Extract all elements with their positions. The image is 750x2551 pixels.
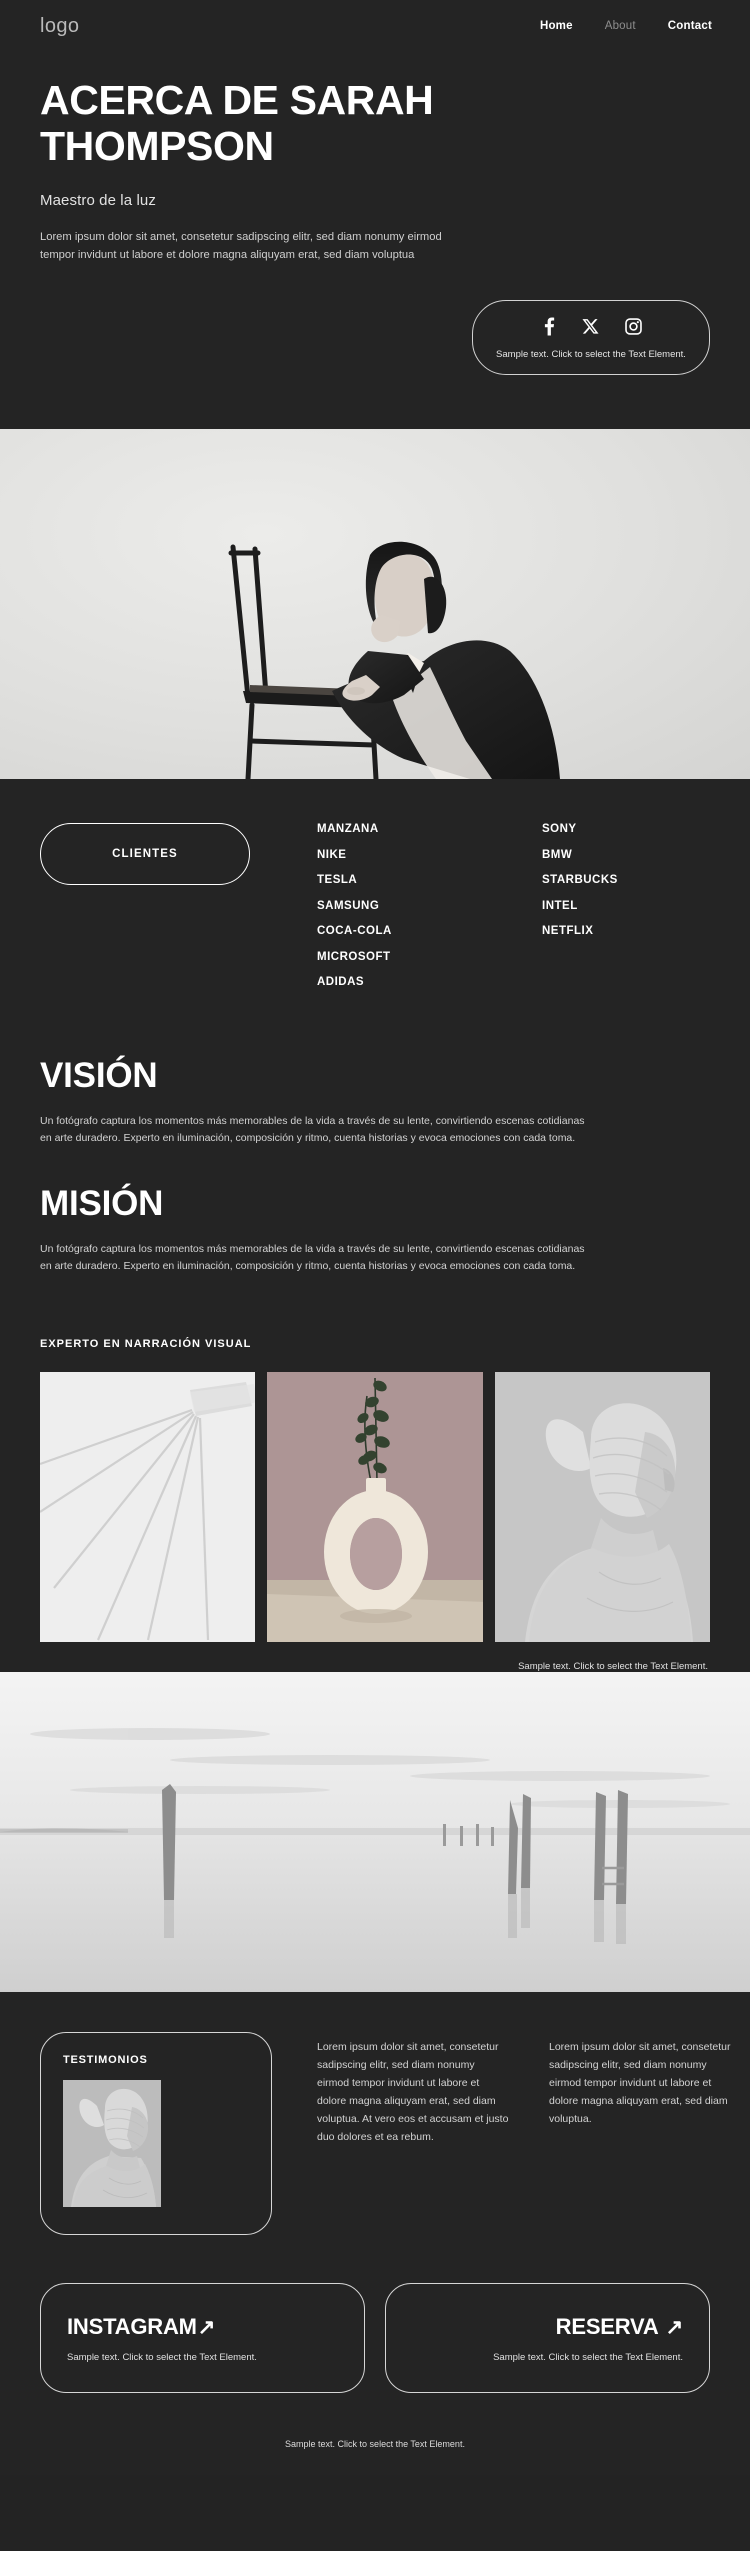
site-header: logo Home About Contact (0, 0, 750, 52)
list-item: SAMSUNG (317, 899, 380, 912)
clients-columns: MANZANA NIKE TESLA SAMSUNG COCA-COLA MIC… (317, 823, 750, 1002)
gallery-image-architecture[interactable] (40, 1372, 256, 1643)
testimonials-photo (63, 2080, 161, 2208)
clients-button[interactable]: CLIENTES (40, 823, 250, 886)
gallery-grid (40, 1372, 710, 1643)
list-item: SONY (542, 823, 577, 836)
testimonials-card: TESTIMONIOS (40, 2032, 272, 2236)
list-item: BMW (542, 848, 573, 861)
list-item: TESLA (317, 874, 358, 887)
social-links-card: Sample text. Click to select the Text El… (472, 300, 710, 376)
mission-body: Un fotógrafo captura los momentos más me… (40, 1242, 585, 1273)
list-item: MANZANA (317, 823, 379, 836)
clients-column-two: SONY BMW STARBUCKS INTEL NETFLIX (542, 823, 750, 1002)
mission-heading: MISIÓN (40, 1183, 164, 1223)
clients-column-one: MANZANA NIKE TESLA SAMSUNG COCA-COLA MIC… (317, 823, 542, 1002)
gallery-caption: Sample text. Click to select the Text El… (518, 1661, 708, 1673)
list-item: STARBUCKS (542, 874, 618, 887)
logo[interactable]: logo (40, 15, 79, 38)
nav-item-home[interactable]: Home (540, 20, 573, 32)
hero-lead-paragraph: Lorem ipsum dolor sit amet, consetetur s… (40, 230, 442, 261)
nav-item-about[interactable]: About (605, 20, 636, 32)
nav-item-contact[interactable]: Contact (668, 20, 712, 32)
reserva-cta-note: Sample text. Click to select the Text El… (493, 2352, 683, 2364)
page-root: logo Home About Contact ACERCA DE SARAH … (0, 0, 750, 2476)
instagram-icon[interactable] (624, 318, 642, 335)
hero-subtitle: Maestro de la luz (40, 191, 156, 209)
site-footer: Sample text. Click to select the Text El… (0, 2393, 750, 2476)
cta-row: INSTAGRAM ↗ Sample text. Click to select… (0, 2235, 750, 2394)
hero-photo (0, 429, 750, 780)
facebook-icon[interactable] (541, 317, 556, 336)
gallery-heading: EXPERTO EN NARRACIÓN VISUAL (40, 1338, 252, 1351)
vision-mission-section: VISIÓN Un fotógrafo captura los momentos… (0, 1041, 750, 1277)
reserva-cta-label: RESERVA (555, 2314, 659, 2340)
arrow-up-right-icon: ↗ (197, 2315, 216, 2339)
vision-heading: VISIÓN (40, 1055, 158, 1095)
landscape-photo (0, 1672, 750, 1993)
list-item: MICROSOFT (317, 950, 391, 963)
testimonials-quotes: Lorem ipsum dolor sit amet, consetetur s… (317, 2032, 741, 2235)
reserva-cta-card[interactable]: RESERVA ↗ Sample text. Click to select t… (385, 2283, 710, 2394)
testimonials-title: TESTIMONIOS (63, 2054, 148, 2067)
clients-section: CLIENTES MANZANA NIKE TESLA SAMSUNG COCA… (0, 779, 750, 1042)
main-navigation: Home About Contact (540, 20, 712, 32)
instagram-cta-title: INSTAGRAM ↗ (67, 2314, 338, 2340)
list-item: ADIDAS (317, 976, 365, 989)
footer-note: Sample text. Click to select the Text El… (285, 2439, 465, 2450)
gallery-image-portrait[interactable] (494, 1372, 710, 1643)
instagram-cta-card[interactable]: INSTAGRAM ↗ Sample text. Click to select… (40, 2283, 365, 2394)
social-card-note: Sample text. Click to select the Text El… (496, 349, 686, 361)
hero-section: ACERCA DE SARAH THOMPSON Maestro de la l… (0, 52, 750, 430)
instagram-cta-note: Sample text. Click to select the Text El… (67, 2352, 257, 2364)
list-item: COCA-COLA (317, 925, 392, 938)
page-title: ACERCA DE SARAH THOMPSON (40, 77, 434, 169)
social-icon-row (483, 317, 699, 336)
list-item: INTEL (542, 899, 578, 912)
list-item: NETFLIX (542, 925, 594, 938)
list-item: NIKE (317, 848, 347, 861)
vision-body: Un fotógrafo captura los momentos más me… (40, 1114, 585, 1145)
arrow-up-right-icon: ↗ (665, 2315, 684, 2339)
instagram-cta-label: INSTAGRAM (67, 2314, 197, 2340)
testimonial-quote: Lorem ipsum dolor sit amet, consetetur s… (549, 2041, 731, 2126)
gallery-image-vase[interactable] (267, 1372, 483, 1643)
reserva-cta-title: RESERVA ↗ (412, 2314, 684, 2340)
testimonial-quote: Lorem ipsum dolor sit amet, consetetur s… (317, 2041, 509, 2144)
testimonials-section: TESTIMONIOS Lorem ipsum dolor sit amet, … (0, 1992, 750, 2236)
x-twitter-icon[interactable] (581, 318, 599, 335)
gallery-section: EXPERTO EN NARRACIÓN VISUAL Sample text.… (0, 1312, 750, 1673)
